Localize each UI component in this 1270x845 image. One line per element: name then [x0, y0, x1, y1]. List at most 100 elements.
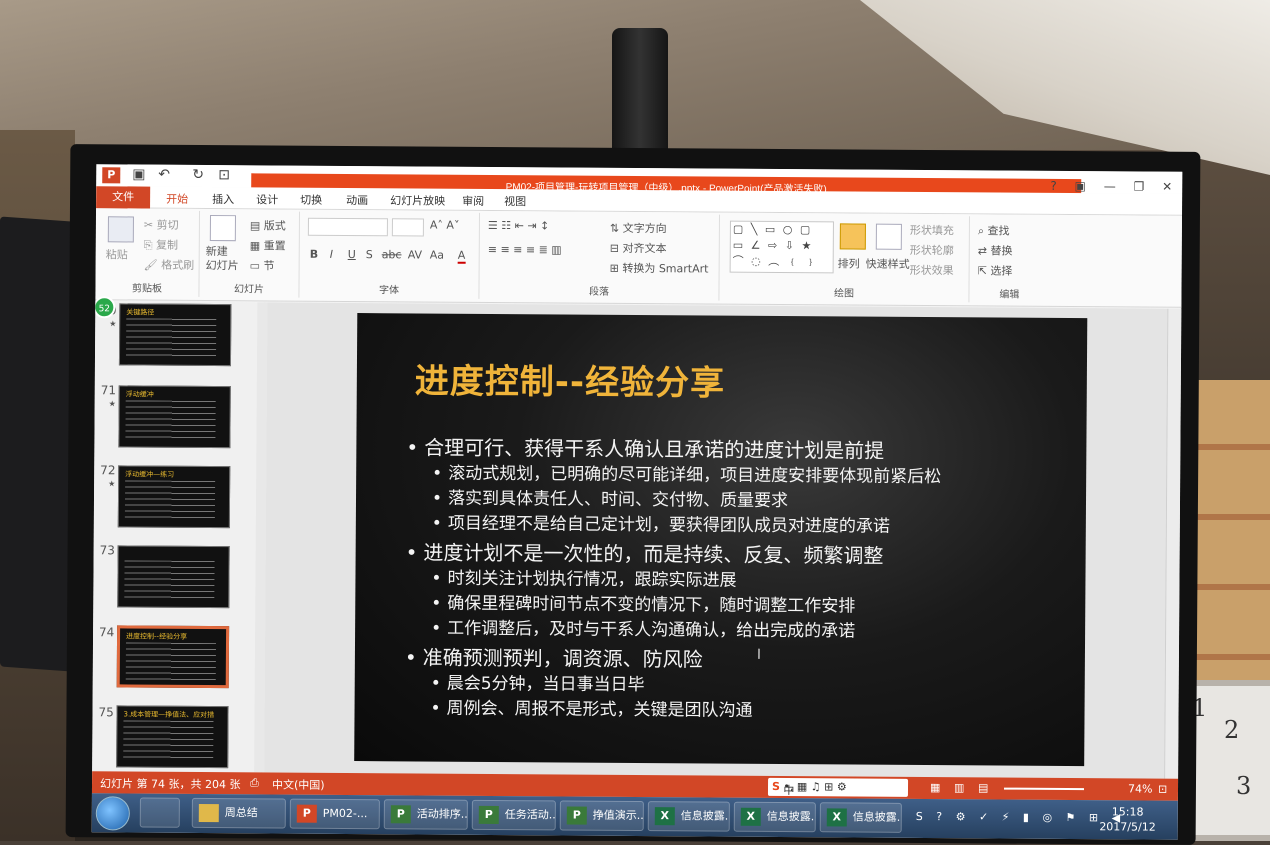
quick-styles-icon[interactable] — [875, 223, 902, 250]
char-spacing-button[interactable]: AV — [408, 248, 422, 261]
ime-toolbar[interactable]: S 中 •, ▦ ♫ ⊞ ⚙ — [767, 777, 909, 797]
undo-icon[interactable]: ↶ — [158, 167, 170, 183]
tab-home[interactable]: 开始 — [166, 191, 188, 207]
font-name-dropdown[interactable] — [307, 217, 388, 237]
current-slide[interactable]: 进度控制--经验分享 合理可行、获得干系人确认且承诺的进度计划是前提 滚动式规划… — [354, 313, 1088, 767]
new-slide-button[interactable]: 新建 幻灯片 — [206, 245, 239, 273]
new-slide-icon[interactable] — [209, 215, 236, 242]
copy-button[interactable]: ⎘ 复制 — [144, 237, 178, 253]
italic-button[interactable]: I — [330, 248, 333, 261]
slide-body[interactable]: 合理可行、获得干系人确认且承诺的进度计划是前提 滚动式规划，已明确的尽可能详细，… — [404, 431, 1066, 726]
tab-animations[interactable]: 动画 — [346, 192, 368, 208]
slide-title[interactable]: 进度控制--经验分享 — [415, 353, 726, 404]
shape-effects-button[interactable]: 形状效果 — [910, 262, 954, 278]
start-slideshow-icon[interactable]: ⊡ — [218, 167, 230, 183]
start-button[interactable] — [95, 796, 130, 831]
align-text-button[interactable]: ⊟ 对齐文本 — [610, 240, 667, 256]
green-badge-icon[interactable]: 52 — [93, 296, 116, 319]
tab-view[interactable]: 视图 — [504, 193, 526, 209]
taskbar-label: PM02-... — [322, 806, 368, 821]
slide-thumbnail[interactable]: 关键路径 — [118, 303, 232, 367]
zoom-slider[interactable] — [1004, 787, 1085, 791]
close-button[interactable]: ✕ — [1162, 180, 1172, 194]
strikethrough-button[interactable]: abc — [382, 248, 402, 261]
taskbar-item[interactable]: X 信息披露... — [733, 801, 816, 833]
tab-file[interactable]: 文件 — [96, 186, 151, 209]
change-case-button[interactable]: Aa — [430, 249, 444, 262]
font-size-dropdown[interactable] — [391, 218, 424, 237]
taskbar-item[interactable]: P PM02-... — [289, 798, 380, 830]
grow-shrink-font-button[interactable]: A˄ A˅ — [430, 219, 460, 232]
layout-button[interactable]: ▤ 版式 — [250, 217, 286, 233]
paste-icon[interactable] — [107, 216, 134, 243]
taskbar-clock[interactable]: 15:18 2017/5/12 — [1099, 804, 1156, 834]
taskbar-label: 信息披露... — [766, 809, 816, 824]
underline-button[interactable]: U — [348, 248, 356, 261]
taskbar-item[interactable]: P 活动排序... — [383, 799, 468, 830]
pinned-app-icon[interactable] — [139, 797, 180, 828]
slide-thumbnail[interactable]: 浮动缓冲—练习 — [117, 465, 231, 529]
slide-thumbnail-selected[interactable]: 进度控制--经验分享 — [116, 625, 230, 689]
fit-slide-icon[interactable]: ⊡ — [1158, 783, 1167, 796]
reset-button[interactable]: ▦ 重置 — [250, 237, 286, 253]
slide-thumbnail[interactable]: 浮动缓冲 — [118, 385, 231, 449]
thumb-text-lines — [125, 400, 216, 442]
format-painter-button[interactable]: 🖌 格式刷 — [144, 257, 195, 273]
help-button[interactable]: ? — [1050, 179, 1056, 193]
drawing-label: 绘图 — [833, 288, 854, 300]
tab-design[interactable]: 设计 — [256, 191, 278, 207]
slide-thumbnail[interactable] — [117, 545, 230, 609]
thumb-text-lines — [124, 480, 216, 522]
clipboard-label: 剪贴板 — [131, 283, 163, 295]
project-icon: P — [390, 805, 411, 824]
windows-taskbar: 周总结 P PM02-... P 活动排序... P 任务活动... P 挣值演示...… — [91, 793, 1178, 840]
notes-icon[interactable]: ⎙ — [250, 776, 259, 790]
find-button[interactable]: ⌕ 查找 — [978, 222, 1010, 238]
slide-sorter-icon[interactable]: ▥ — [954, 781, 964, 794]
bold-button[interactable]: B — [310, 248, 318, 261]
shadow-button[interactable]: S — [366, 248, 373, 261]
editing-group: ⌕ 查找 ⇄ 替换 ⇱ 选择 编辑 — [969, 216, 1050, 303]
tray-icons[interactable]: S ? ⚙ ✓ ⚡ ▮ ◎ ⚑ ⊞ ◀ — [916, 810, 1125, 824]
taskbar-label: 活动排序... — [416, 807, 468, 821]
restore-button[interactable]: ❐ — [1134, 179, 1145, 193]
paste-button[interactable]: 粘贴 — [106, 246, 128, 262]
shapes-gallery[interactable]: ▢ ╲ ▭ ○ ▢ ▭ ∠ ⇨ ⇩ ★ ⌒ ◌ ︵ ﹛ ﹜ — [729, 220, 834, 274]
taskbar-item[interactable]: X 信息披露... — [647, 801, 730, 832]
layout-label: 版式 — [263, 219, 286, 233]
reading-view-icon[interactable]: ▤ — [978, 781, 988, 794]
tab-slideshow[interactable]: 幻灯片放映 — [390, 192, 445, 208]
slide-count: 幻灯片 第 74 张，共 204 张 — [99, 777, 241, 792]
clock-date: 2017/5/12 — [1099, 820, 1156, 834]
list-buttons[interactable]: ☰ ☷ ⇤ ⇥ ↕ — [488, 219, 549, 232]
shape-fill-button[interactable]: 形状填充 — [910, 222, 954, 238]
section-button[interactable]: ▭ 节 — [250, 257, 275, 273]
paragraph-group: ☰ ☷ ⇤ ⇥ ↕ ≡ ≡ ≡ ≡ ≣ ▥ ⇅ 文字方向 ⊟ 对齐文本 ⊞ 转换… — [479, 212, 721, 301]
redo-icon[interactable]: ↻ — [192, 167, 204, 183]
taskbar-item[interactable]: 周总结 — [191, 797, 286, 829]
quick-styles-button[interactable]: 快速样式 — [866, 256, 910, 272]
taskbar-item[interactable]: P 挣值演示... — [559, 800, 644, 832]
taskbar-item[interactable]: X 信息披露... — [819, 802, 902, 833]
taskbar-item[interactable]: P 任务活动... — [471, 799, 556, 831]
text-direction-button[interactable]: ⇅ 文字方向 — [610, 220, 667, 236]
shape-outline-button[interactable]: 形状轮廓 — [910, 242, 954, 258]
align-buttons[interactable]: ≡ ≡ ≡ ≡ ≣ ▥ — [488, 243, 562, 257]
save-icon[interactable]: ▣ — [132, 166, 145, 182]
minimize-button[interactable]: — — [1104, 179, 1116, 193]
slide-thumbnail[interactable]: 3.成本管理—挣值法、应对措 — [116, 705, 229, 769]
font-color-button[interactable]: A — [457, 248, 466, 264]
tab-insert[interactable]: 插入 — [212, 191, 234, 207]
smartart-button[interactable]: ⊞ 转换为 SmartArt — [610, 260, 709, 277]
normal-view-icon[interactable]: ▦ — [930, 781, 940, 794]
tab-transitions[interactable]: 切换 — [300, 192, 322, 208]
replace-button[interactable]: ⇄ 替换 — [978, 242, 1013, 258]
tab-review[interactable]: 审阅 — [462, 193, 484, 209]
bullet-level-2: 周例会、周报不是形式，关键是团队沟通 — [404, 696, 1064, 726]
select-button[interactable]: ⇱ 选择 — [978, 262, 1013, 278]
cut-button[interactable]: ✂ 剪切 — [144, 217, 179, 233]
arrange-icon[interactable] — [839, 223, 866, 250]
arrange-button[interactable]: 排列 — [838, 255, 860, 271]
ribbon-display-button[interactable]: ▣ — [1075, 179, 1086, 193]
zoom-level[interactable]: 74% — [1128, 782, 1153, 795]
